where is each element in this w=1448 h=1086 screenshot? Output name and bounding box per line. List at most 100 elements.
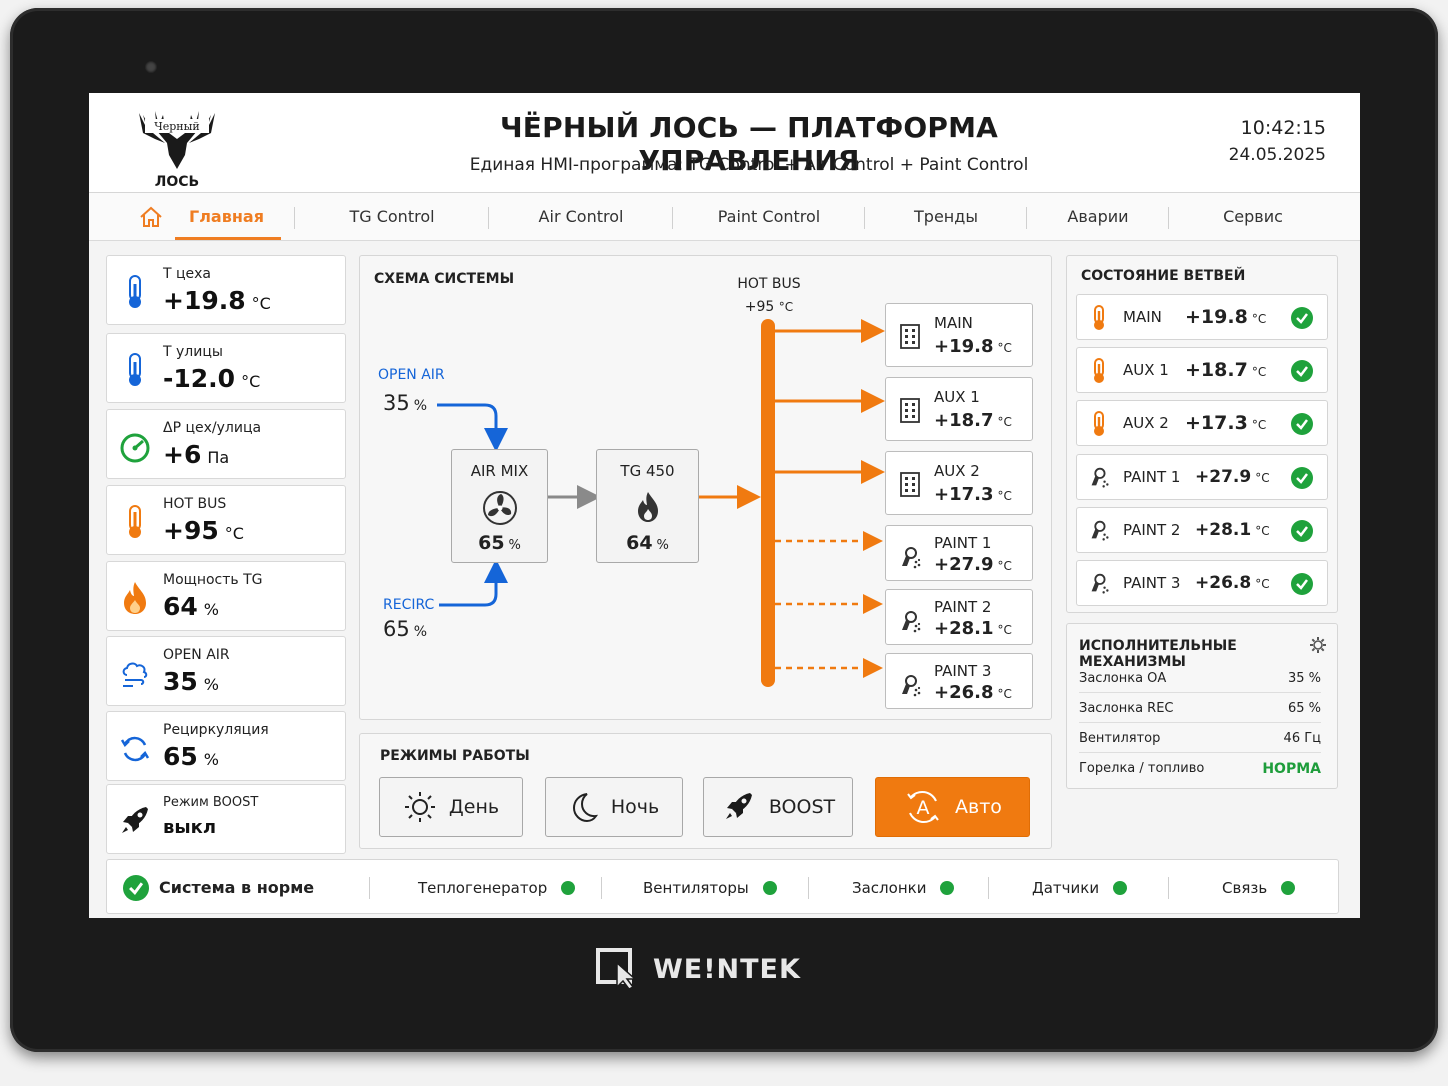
recirc-label: RECIRC	[383, 597, 435, 613]
gear-icon[interactable]	[1309, 636, 1327, 654]
dest-value: +26.8 °C	[934, 682, 1012, 703]
branch-row-paint2[interactable]: PAINT 2 +28.1 °C	[1076, 507, 1328, 553]
tg-450-box[interactable]: TG 450 64%	[596, 449, 699, 563]
mode-label: День	[448, 796, 500, 818]
building-icon	[900, 472, 920, 497]
dest-name: MAIN	[934, 314, 973, 332]
spray-gun-icon	[1091, 467, 1109, 488]
system-status-text: Система в норме	[159, 878, 315, 897]
spray-gun-icon	[1091, 520, 1109, 541]
dest-name: PAINT 2	[934, 598, 992, 616]
dest-paint2[interactable]: PAINT 2 +28.1 °C	[885, 589, 1033, 645]
actuator-name: Заслонка ОА	[1079, 671, 1167, 686]
branch-value: +26.8 °C	[1195, 573, 1270, 593]
hot-bus-value: +95 °C	[744, 299, 794, 315]
actuator-value: 65 %	[1287, 701, 1321, 716]
mode-auto-button[interactable]: A Авто	[875, 777, 1030, 837]
svg-text:A: A	[917, 797, 930, 819]
status-item-label: Теплогенератор	[418, 878, 548, 897]
dest-value: +19.8 °C	[934, 336, 1012, 357]
divider	[1168, 877, 1169, 899]
check-ok-icon	[123, 874, 149, 901]
hmi-screen: Черный ЛОСЬ ЧЁРНЫЙ ЛОСЬ — ПЛАТФОРМА УПРА…	[89, 93, 1360, 918]
status-dot	[940, 880, 955, 895]
status-item-label: Датчики	[1032, 878, 1100, 897]
branch-row-main[interactable]: MAIN +19.8 °C	[1076, 294, 1328, 340]
status-item-label: Вентиляторы	[643, 878, 749, 897]
status-dot	[1281, 880, 1296, 895]
dest-name: AUX 1	[934, 388, 980, 406]
branch-name: PAINT 2	[1123, 521, 1181, 539]
dest-main[interactable]: MAIN +19.8 °C	[885, 303, 1033, 367]
auto-icon: A	[907, 790, 939, 824]
moon-icon	[572, 793, 598, 823]
tg-label: TG 450	[620, 462, 675, 480]
air-mix-box[interactable]: AIR MIX 65%	[451, 449, 548, 563]
panel-title: РЕЖИМЫ РАБОТЫ	[380, 748, 530, 764]
tg-value: 64%	[626, 532, 669, 554]
fan-icon	[482, 491, 517, 525]
mode-label: BOOST	[768, 796, 836, 818]
branch-value: +27.9 °C	[1195, 467, 1270, 487]
system-status: Система в норме	[123, 860, 314, 915]
dest-value: +18.7 °C	[934, 410, 1012, 431]
branch-value: +18.7 °C	[1185, 359, 1267, 381]
panel-title: СОСТОЯНИЕ ВЕТВЕЙ	[1081, 268, 1246, 284]
mode-day-button[interactable]: День	[379, 777, 523, 837]
camera-dot	[145, 61, 157, 73]
dest-paint3[interactable]: PAINT 3 +26.8 °C	[885, 653, 1033, 709]
air-mix-label: AIR MIX	[470, 462, 529, 480]
actuator-status: НОРМА	[1262, 761, 1321, 777]
status-item-comms: Связь	[1222, 860, 1296, 915]
status-item-fans: Вентиляторы	[643, 860, 777, 915]
divider	[601, 877, 602, 899]
hot-bus-label: HOT BUS	[737, 276, 801, 292]
spray-gun-icon	[902, 611, 921, 633]
branch-value: +28.1 °C	[1195, 520, 1270, 540]
status-bar: Система в норме Теплогенератор Вентилято…	[106, 859, 1339, 914]
check-ok-icon	[1291, 360, 1313, 382]
branch-name: PAINT 3	[1123, 574, 1181, 592]
actuator-row: Вентилятор 46 Гц	[1079, 723, 1321, 753]
status-dot	[762, 880, 777, 895]
thermometer-orange-icon	[1094, 305, 1104, 330]
branch-row-paint3[interactable]: PAINT 3 +26.8 °C	[1076, 560, 1328, 606]
dest-aux2[interactable]: AUX 2 +17.3 °C	[885, 451, 1033, 515]
branch-name: AUX 1	[1123, 361, 1169, 379]
branch-row-paint1[interactable]: PAINT 1 +27.9 °C	[1076, 454, 1328, 500]
branch-value: +17.3 °C	[1185, 412, 1267, 434]
actuator-row: Заслонка ОА 35 %	[1079, 663, 1321, 693]
open-air-label: OPEN AIR	[378, 367, 445, 383]
actuator-name: Заслонка REC	[1079, 701, 1174, 716]
sun-icon	[404, 792, 435, 822]
mode-boost-button[interactable]: BOOST	[703, 777, 853, 837]
branch-name: PAINT 1	[1123, 468, 1181, 486]
status-dot	[1113, 880, 1128, 895]
actuator-value: 35 %	[1287, 671, 1321, 686]
mode-night-button[interactable]: Ночь	[545, 777, 683, 837]
open-air-value: 35%	[383, 391, 428, 415]
status-item-dampers: Заслонки	[852, 860, 955, 915]
status-item-label: Связь	[1222, 878, 1268, 897]
dest-paint1[interactable]: PAINT 1 +27.9 °C	[885, 525, 1033, 581]
spray-gun-icon	[902, 675, 921, 697]
spray-gun-icon	[902, 547, 921, 569]
check-ok-icon	[1291, 573, 1313, 595]
brand-name: WE!NTEK	[653, 953, 801, 985]
dest-name: PAINT 3	[934, 662, 992, 680]
dest-aux1[interactable]: AUX 1 +18.7 °C	[885, 377, 1033, 441]
actuator-name: Вентилятор	[1079, 731, 1161, 746]
thermometer-orange-icon	[1094, 358, 1104, 383]
building-icon	[900, 324, 920, 349]
branch-row-aux1[interactable]: AUX 1 +18.7 °C	[1076, 347, 1328, 393]
hot-bus-bar	[761, 319, 775, 687]
divider	[988, 877, 989, 899]
building-icon	[900, 398, 920, 423]
actuator-row: Заслонка REC 65 %	[1079, 693, 1321, 723]
branch-row-aux2[interactable]: AUX 2 +17.3 °C	[1076, 400, 1328, 446]
dest-value: +17.3 °C	[934, 484, 1012, 505]
dest-name: AUX 2	[934, 462, 980, 480]
divider	[369, 877, 370, 899]
mode-label: Ночь	[610, 796, 660, 818]
air-mix-value: 65%	[478, 532, 521, 554]
